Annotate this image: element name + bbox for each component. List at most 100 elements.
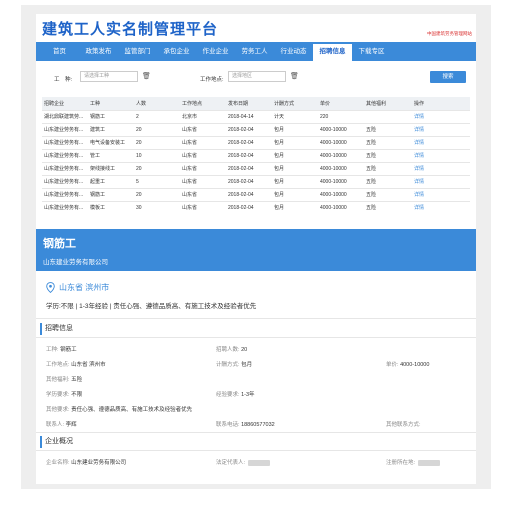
nav-item-downloads[interactable]: 下载专区 <box>352 42 391 61</box>
table-cell: 计天 <box>272 109 318 123</box>
nav-item-workers[interactable]: 劳务工人 <box>235 42 274 61</box>
field-job: 工种: 钢筋工 <box>46 347 77 353</box>
details-link[interactable]: 详情 <box>412 148 470 162</box>
table-cell: 山东省 <box>180 148 226 162</box>
column-header: 工作地点 <box>180 97 226 110</box>
table-cell: 五险 <box>364 122 412 136</box>
table-cell: 2018-02-04 <box>226 135 272 149</box>
field-legal-rep: 法定代表人: <box>216 458 271 466</box>
table-cell: 起重工 <box>88 174 134 188</box>
divider <box>36 432 476 433</box>
nav-item-operators[interactable]: 作业企业 <box>196 42 235 61</box>
location-filter-input[interactable]: 选择地区 <box>228 71 286 82</box>
table-cell: 2018-02-04 <box>226 187 272 201</box>
column-header: 其他福利 <box>364 97 412 110</box>
field-company-name: 企业名称: 山东建业劳务有限公司 <box>46 460 127 466</box>
job-company: 山东建业劳务有限公司 <box>43 259 108 266</box>
nav-item-news[interactable]: 行业动态 <box>274 42 313 61</box>
table-cell: 2 <box>134 109 180 123</box>
main-nav: 首页 政策发布 监管部门 承包企业 作业企业 劳务工人 行业动态 招聘信息 下载… <box>36 42 476 61</box>
column-header: 计酬方式 <box>272 97 318 110</box>
site-title: 建筑工人实名制管理平台 <box>42 21 219 38</box>
location-text: 山东省 滨州市 <box>59 282 110 292</box>
search-button[interactable]: 搜索 <box>430 71 466 83</box>
details-link[interactable]: 详情 <box>412 122 470 136</box>
nav-item-contractors[interactable]: 承包企业 <box>157 42 196 61</box>
table-cell: 包月 <box>272 200 318 214</box>
details-link[interactable]: 详情 <box>412 187 470 201</box>
section-title-recruit: 招聘信息 <box>40 323 73 335</box>
table-cell: 电气设备安装工 <box>88 135 134 149</box>
table-cell: 2018-02-04 <box>226 148 272 162</box>
column-header: 操作 <box>412 97 470 110</box>
nav-item-policy[interactable]: 政策发布 <box>79 42 118 61</box>
table-cell: 山东建业劳务有... <box>42 174 88 188</box>
nav-item-recruitment[interactable]: 招聘信息 <box>313 42 352 61</box>
table-header-row: 招聘企业 工种 人数 工作地点 发布日期 计酬方式 单价 其他福利 操作 <box>42 97 470 110</box>
job-filter-input[interactable]: 请选择工种 <box>80 71 138 82</box>
table-cell: 山东建业劳务有... <box>42 161 88 175</box>
field-price: 单价: 4000-10000 <box>386 362 430 368</box>
table-cell: 10 <box>134 148 180 162</box>
job-location: 山东省 滨州市 <box>46 280 109 294</box>
column-header: 工种 <box>88 97 134 110</box>
field-place: 工作地点: 山东省 滨州市 <box>46 362 106 368</box>
nav-item-home[interactable]: 首页 <box>40 42 79 61</box>
details-link[interactable]: 详情 <box>412 200 470 214</box>
table-cell: 山东省 <box>180 174 226 188</box>
table-cell: 包月 <box>272 148 318 162</box>
table-cell: 4000-10000 <box>318 187 364 201</box>
table-cell: 模板工 <box>88 200 134 214</box>
details-link[interactable]: 详情 <box>412 135 470 149</box>
table-cell: 包月 <box>272 187 318 201</box>
location-pin-icon <box>46 281 55 293</box>
table-cell: 2018-02-04 <box>226 200 272 214</box>
redacted-value <box>418 459 441 466</box>
table-cell: 山东省 <box>180 122 226 136</box>
redacted-value <box>248 459 271 466</box>
table-row: 山东建业劳务有... 钢筋工 20 山东省 2018-02-04 包月 4000… <box>42 187 470 201</box>
table-cell: 五险 <box>364 200 412 214</box>
table-cell: 五险 <box>364 135 412 149</box>
table-cell: 山东省 <box>180 187 226 201</box>
table-cell: 2018-04-14 <box>226 109 272 123</box>
table-cell: 4000-10000 <box>318 174 364 188</box>
details-link[interactable]: 详情 <box>412 109 470 123</box>
table-cell: 钢筋工 <box>88 187 134 201</box>
table-cell: 30 <box>134 200 180 214</box>
details-link[interactable]: 详情 <box>412 161 470 175</box>
field-count: 招聘人数: 20 <box>216 347 248 353</box>
filter-bar: 工 种: 请选择工种 🗑 工作地点: 选择地区 🗑 搜索 <box>36 61 476 91</box>
table-cell: 4000-10000 <box>318 161 364 175</box>
table-cell: 包月 <box>272 122 318 136</box>
table-cell: 五险 <box>364 161 412 175</box>
table-cell: 山东省 <box>180 135 226 149</box>
table-cell: 2018-02-04 <box>226 174 272 188</box>
column-header: 发布日期 <box>226 97 272 110</box>
table-cell: 20 <box>134 187 180 201</box>
site-subtitle: 中国建筑劳务管理网站 <box>427 31 472 36</box>
table-cell: 4000-10000 <box>318 148 364 162</box>
field-other-requirements: 其他要求: 责任心强、遵德品质高、有施工技术及经验者优先 <box>46 407 193 413</box>
table-cell: 20 <box>134 161 180 175</box>
table-cell: 山东建业劳务有... <box>42 148 88 162</box>
trash-icon[interactable]: 🗑 <box>142 73 151 80</box>
divider <box>36 337 476 338</box>
table-cell: 4000-10000 <box>318 200 364 214</box>
details-link[interactable]: 详情 <box>412 174 470 188</box>
table-cell: 山东建业劳务有... <box>42 122 88 136</box>
field-welfare: 其他福利: 五险 <box>46 377 83 383</box>
job-banner: 钢筋工 山东建业劳务有限公司 <box>36 229 476 271</box>
nav-item-regulators[interactable]: 监管部门 <box>118 42 157 61</box>
job-requirements-summary: 学历:不限 | 1-3年经验 | 责任心强、遵德品质高、有施工技术及经验者优先 <box>46 303 257 310</box>
trash-icon[interactable]: 🗑 <box>290 73 299 80</box>
job-title: 钢筋工 <box>43 238 76 250</box>
table-cell: 山东省 <box>180 200 226 214</box>
table-cell <box>364 109 412 123</box>
table-cell: 五险 <box>364 148 412 162</box>
table-cell: 管工 <box>88 148 134 162</box>
location-filter-label: 工作地点: <box>200 77 224 83</box>
field-pay: 计酬方式: 包月 <box>216 362 253 368</box>
field-experience: 经验要求: 1-3年 <box>216 392 255 398</box>
table-row: 山东建业劳务有... 架线接线工 20 山东省 2018-02-04 包月 40… <box>42 161 470 175</box>
